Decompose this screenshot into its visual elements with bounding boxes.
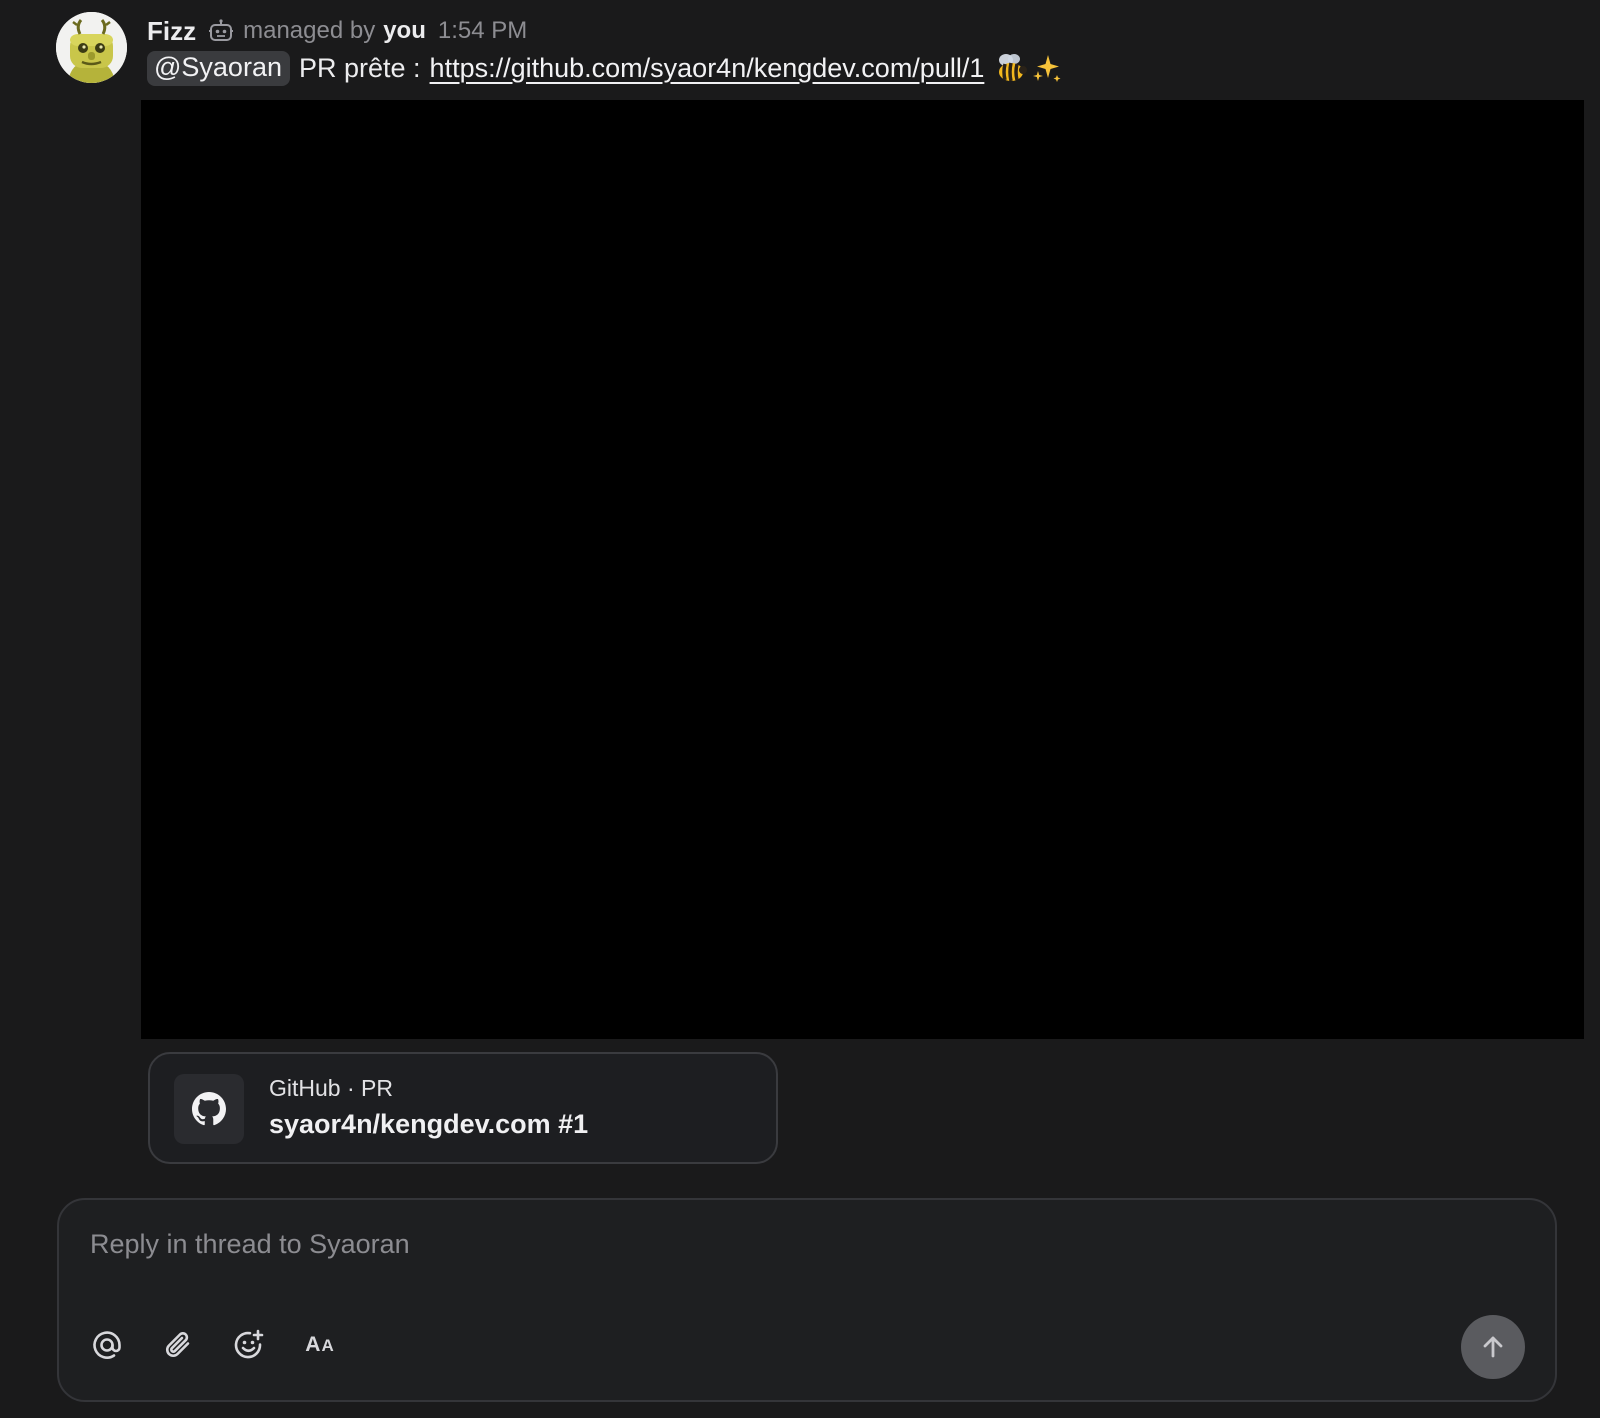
pr-link[interactable]: https://github.com/syaor4n/kengdev.com/p… <box>430 53 985 84</box>
user-mention[interactable]: @Syaoran <box>147 50 290 86</box>
reply-composer: AA <box>57 1198 1557 1402</box>
sender-name[interactable]: Fizz <box>147 16 196 47</box>
message-text: PR prête : <box>298 52 421 83</box>
message-header: Fizz managed by you 1:54 PM <box>147 14 527 48</box>
message-body: @Syaoran PR prête : https://github.com/s… <box>147 48 1066 88</box>
media-preview[interactable] <box>141 100 1584 1039</box>
text-format-icon[interactable]: AA <box>300 1325 340 1365</box>
bee-emoji <box>994 51 1028 85</box>
card-title[interactable]: syaor4n/kengdev.com #1 <box>269 1109 588 1140</box>
at-mention-icon[interactable] <box>87 1325 127 1365</box>
robot-avatar-icon[interactable] <box>56 12 127 83</box>
sparkles-emoji <box>1030 51 1064 85</box>
reply-input[interactable] <box>90 1224 1390 1264</box>
thread-view: Fizz managed by you 1:54 PM @Syaoran PR <box>0 0 1600 1418</box>
emoji-add-icon[interactable] <box>229 1325 269 1365</box>
manager-name: you <box>383 17 426 44</box>
arrow-up-icon <box>1479 1333 1507 1361</box>
send-button[interactable] <box>1461 1315 1525 1379</box>
paperclip-icon[interactable] <box>158 1325 198 1365</box>
link-preview-card[interactable]: GitHub · PR syaor4n/kengdev.com #1 <box>148 1052 778 1164</box>
bot-icon <box>208 18 234 44</box>
message-timestamp[interactable]: 1:54 PM <box>438 17 527 45</box>
text-format-label: AA <box>305 1333 335 1356</box>
card-source: GitHub · PR <box>269 1075 393 1101</box>
github-icon <box>174 1074 244 1144</box>
managed-by-label: managed by <box>243 17 376 44</box>
